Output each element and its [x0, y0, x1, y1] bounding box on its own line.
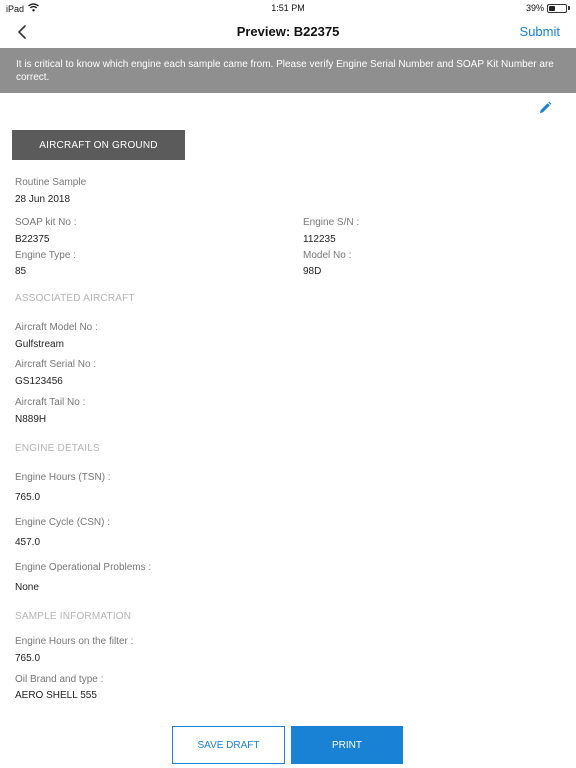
associated-aircraft-heading: ASSOCIATED AIRCRAFT — [15, 293, 135, 304]
engine-sn-label: Engine S/N : — [303, 217, 360, 228]
battery-percent: 39% — [525, 3, 544, 13]
soap-kit-label: SOAP kit No : — [15, 217, 77, 228]
chevron-left-icon — [18, 25, 26, 39]
aircraft-on-ground-badge: AIRCRAFT ON GROUND — [12, 130, 185, 160]
aircraft-tail-label: Aircraft Tail No : — [15, 397, 86, 408]
oil-brand-label: Oil Brand and type : — [15, 674, 104, 685]
status-bar: iPad 1:51 PM 39% — [0, 0, 576, 16]
battery-icon — [547, 3, 570, 13]
sample-information-heading: SAMPLE INFORMATION — [15, 611, 132, 622]
soap-kit-value: B22375 — [15, 234, 50, 245]
page-title: Preview: B22375 — [236, 24, 340, 39]
status-time: 1:51 PM — [271, 3, 305, 13]
status-right: 39% — [526, 3, 570, 13]
engine-cycle-value: 457.0 — [15, 537, 41, 548]
aircraft-serial-value: GS123456 — [15, 376, 63, 387]
engine-problems-value: None — [15, 582, 39, 593]
model-no-value: 98D — [303, 266, 322, 277]
aircraft-serial-label: Aircraft Serial No : — [15, 359, 97, 370]
model-no-label: Model No : — [303, 250, 352, 261]
edit-button[interactable] — [538, 101, 552, 115]
engine-sn-value: 112235 — [303, 234, 336, 245]
sample-type-label: Routine Sample — [15, 177, 87, 188]
oil-brand-value: AERO SHELL 555 — [15, 690, 97, 701]
print-button[interactable]: PRINT — [291, 726, 403, 764]
engine-type-value: 85 — [15, 266, 27, 277]
pencil-icon — [540, 101, 552, 113]
aircraft-tail-value: N889H — [15, 414, 47, 425]
filter-hours-label: Engine Hours on the filter : — [15, 636, 134, 647]
engine-hours-value: 765.0 — [15, 492, 41, 503]
engine-details-heading: ENGINE DETAILS — [15, 443, 100, 454]
banner-message: It is critical to know which engine each… — [16, 59, 554, 83]
aircraft-model-label: Aircraft Model No : — [15, 322, 98, 333]
submit-button[interactable]: Submit — [520, 24, 560, 39]
back-button[interactable] — [10, 20, 34, 44]
navigation-bar: Preview: B22375 Submit — [0, 16, 576, 48]
sample-date: 28 Jun 2018 — [15, 194, 71, 205]
save-draft-button[interactable]: SAVE DRAFT — [172, 726, 285, 764]
verification-banner: It is critical to know which engine each… — [0, 48, 576, 93]
filter-hours-value: 765.0 — [15, 653, 41, 664]
engine-type-label: Engine Type : — [15, 250, 76, 261]
engine-hours-label: Engine Hours (TSN) : — [15, 472, 111, 483]
engine-cycle-label: Engine Cycle (CSN) : — [15, 517, 111, 528]
aircraft-model-value: Gulfstream — [15, 339, 64, 350]
engine-problems-label: Engine Operational Problems : — [15, 562, 152, 573]
